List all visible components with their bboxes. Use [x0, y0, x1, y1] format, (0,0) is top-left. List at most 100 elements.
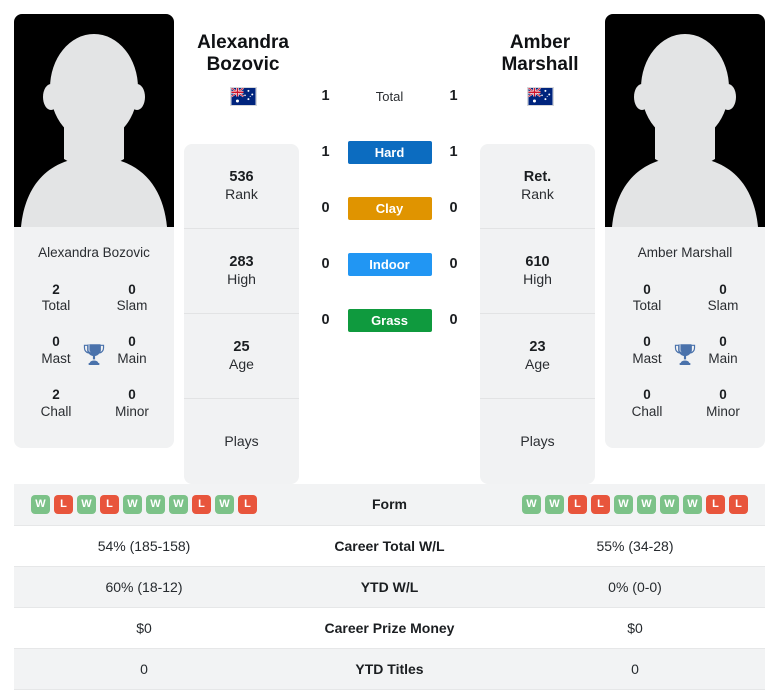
- h2h-left-score: 0: [321, 200, 330, 216]
- meta-value: 610: [525, 254, 550, 271]
- h2h-right-score: 1: [449, 144, 458, 160]
- row-label: Career Prize Money: [324, 619, 455, 636]
- meta-label: Plays: [224, 432, 259, 449]
- right-player-card[interactable]: Amber Marshall 0 Total 0 Slam 0 Mast 0 M…: [605, 14, 765, 449]
- form-badge-win: W: [637, 494, 656, 514]
- h2h-left-score: 0: [321, 312, 330, 328]
- right-player-avatar: [605, 14, 765, 227]
- left-value: $0: [136, 619, 152, 636]
- right-meta-high: 610 High: [480, 229, 595, 314]
- meta-value: 536: [229, 169, 254, 186]
- left-player-au-flag-icon: [229, 87, 257, 107]
- form-badge-win: W: [545, 494, 564, 514]
- right-meta-plays: Plays: [480, 399, 595, 484]
- stat-chall: 2 Chall: [28, 387, 84, 420]
- form-badge-loss: L: [238, 494, 257, 514]
- form-badge-win: W: [522, 494, 541, 514]
- left-form-list: WLWLWWWLWL: [14, 494, 274, 514]
- left-player-card-name: Alexandra Bozovic: [38, 245, 150, 260]
- form-badge-loss: L: [54, 494, 73, 514]
- surface-button-grass[interactable]: Grass: [347, 308, 432, 332]
- left-player-card[interactable]: Alexandra Bozovic 2 Total 0 Slam 0 Mast: [14, 14, 174, 449]
- meta-value: 25: [233, 339, 250, 356]
- comparison-stats-table: WLWLWWWLWL Form WWLLWWWWLL 54% (185-158)…: [14, 484, 765, 690]
- form-badge-win: W: [660, 494, 679, 514]
- stat-label: Minor: [115, 403, 149, 419]
- stat-minor: 0 Minor: [104, 387, 160, 420]
- stat-value: 0: [52, 334, 60, 350]
- h2h-row-indoor: 0 Indoor 0: [299, 236, 480, 292]
- form-badge-loss: L: [192, 494, 211, 514]
- surface-button-clay[interactable]: Clay: [347, 196, 432, 220]
- right-player-first-name: Amber: [509, 32, 571, 53]
- stat-label: Total: [632, 297, 662, 313]
- meta-label: High: [227, 271, 256, 288]
- form-badge-loss: L: [706, 494, 725, 514]
- stat-value: 0: [128, 387, 136, 403]
- trophy-icon: [674, 344, 696, 365]
- meta-label: Rank: [225, 186, 258, 203]
- meta-value: 23: [529, 339, 546, 356]
- left-meta-high: 283 High: [184, 229, 299, 314]
- h2h-row-grass: 0 Grass 0: [299, 292, 480, 348]
- meta-label: Age: [525, 356, 550, 373]
- form-badge-win: W: [146, 494, 165, 514]
- stat-value: 0: [719, 334, 727, 350]
- row-label: YTD W/L: [360, 578, 419, 595]
- titles-row: 0 Mast 0 Main: [20, 328, 168, 381]
- stat-slam: 0 Slam: [695, 282, 751, 315]
- stat-label: Chall: [631, 403, 663, 419]
- right-player-titles-grid: 0 Total 0 Slam 0 Mast 0 Main 0 Chall 0 M…: [605, 276, 765, 449]
- left-player-first-name: Alexandra: [197, 32, 289, 53]
- h2h-right-score: 0: [449, 200, 458, 216]
- head-to-head-column: 1 Total 1 1 Hard 1 0 Clay 0 0 Indoor 0 0: [299, 14, 480, 348]
- h2h-surface-label: Total: [375, 88, 404, 104]
- h2h-right-score: 0: [449, 256, 458, 272]
- meta-value: 283: [229, 254, 254, 271]
- stat-mast: 0 Mast: [619, 334, 675, 367]
- stat-label: Main: [708, 350, 738, 366]
- right-player-last-name: Marshall: [501, 53, 579, 75]
- right-form-cell: WWLLWWWWLL: [505, 484, 765, 525]
- left-meta-age: 25 Age: [184, 314, 299, 399]
- form-badge-win: W: [77, 494, 96, 514]
- stat-total: 0 Total: [619, 282, 675, 315]
- left-player-avatar: [14, 14, 174, 227]
- stat-label: Mast: [632, 350, 662, 366]
- left-player-name-header[interactable]: Alexandra Bozovic: [182, 32, 304, 107]
- stat-main: 0 Main: [695, 334, 751, 367]
- stat-value: 2: [52, 387, 60, 403]
- stat-chall: 0 Chall: [619, 387, 675, 420]
- h2h-left-score: 1: [321, 88, 330, 104]
- left-meta-plays: Plays: [184, 399, 299, 484]
- meta-value: Ret.: [523, 169, 552, 186]
- titles-row: 2 Chall 0 Minor: [20, 381, 168, 434]
- trophy-icon: [83, 344, 105, 365]
- right-player-au-flag-icon: [526, 87, 554, 107]
- avatar-silhouette-icon: [21, 34, 167, 227]
- stat-minor: 0 Minor: [695, 387, 751, 420]
- stat-value: 0: [643, 334, 651, 350]
- right-player-card-name: Amber Marshall: [637, 245, 733, 260]
- stat-main: 0 Main: [104, 334, 160, 367]
- row-label: YTD Titles: [355, 660, 424, 677]
- surface-button-indoor[interactable]: Indoor: [347, 252, 432, 276]
- stat-value: 0: [719, 281, 727, 297]
- surface-button-hard[interactable]: Hard: [347, 140, 432, 164]
- h2h-right-score: 0: [449, 312, 458, 328]
- right-form-list: WWLLWWWWLL: [505, 494, 765, 514]
- avatar-silhouette-icon: [612, 34, 758, 227]
- stat-value: 2: [52, 281, 60, 297]
- row-label: Career Total W/L: [334, 537, 445, 554]
- h2h-row-clay: 0 Clay 0: [299, 180, 480, 236]
- stat-mast: 0 Mast: [28, 334, 84, 367]
- stat-label: Minor: [706, 403, 740, 419]
- right-value: 0: [631, 660, 639, 677]
- stat-label: Total: [41, 297, 71, 313]
- form-badge-loss: L: [568, 494, 587, 514]
- titles-row: 2 Total 0 Slam: [20, 276, 168, 329]
- form-badge-win: W: [614, 494, 633, 514]
- right-player-name-header[interactable]: Amber Marshall: [478, 32, 602, 107]
- stat-label: Main: [117, 350, 147, 366]
- titles-row: 0 Chall 0 Minor: [611, 381, 759, 434]
